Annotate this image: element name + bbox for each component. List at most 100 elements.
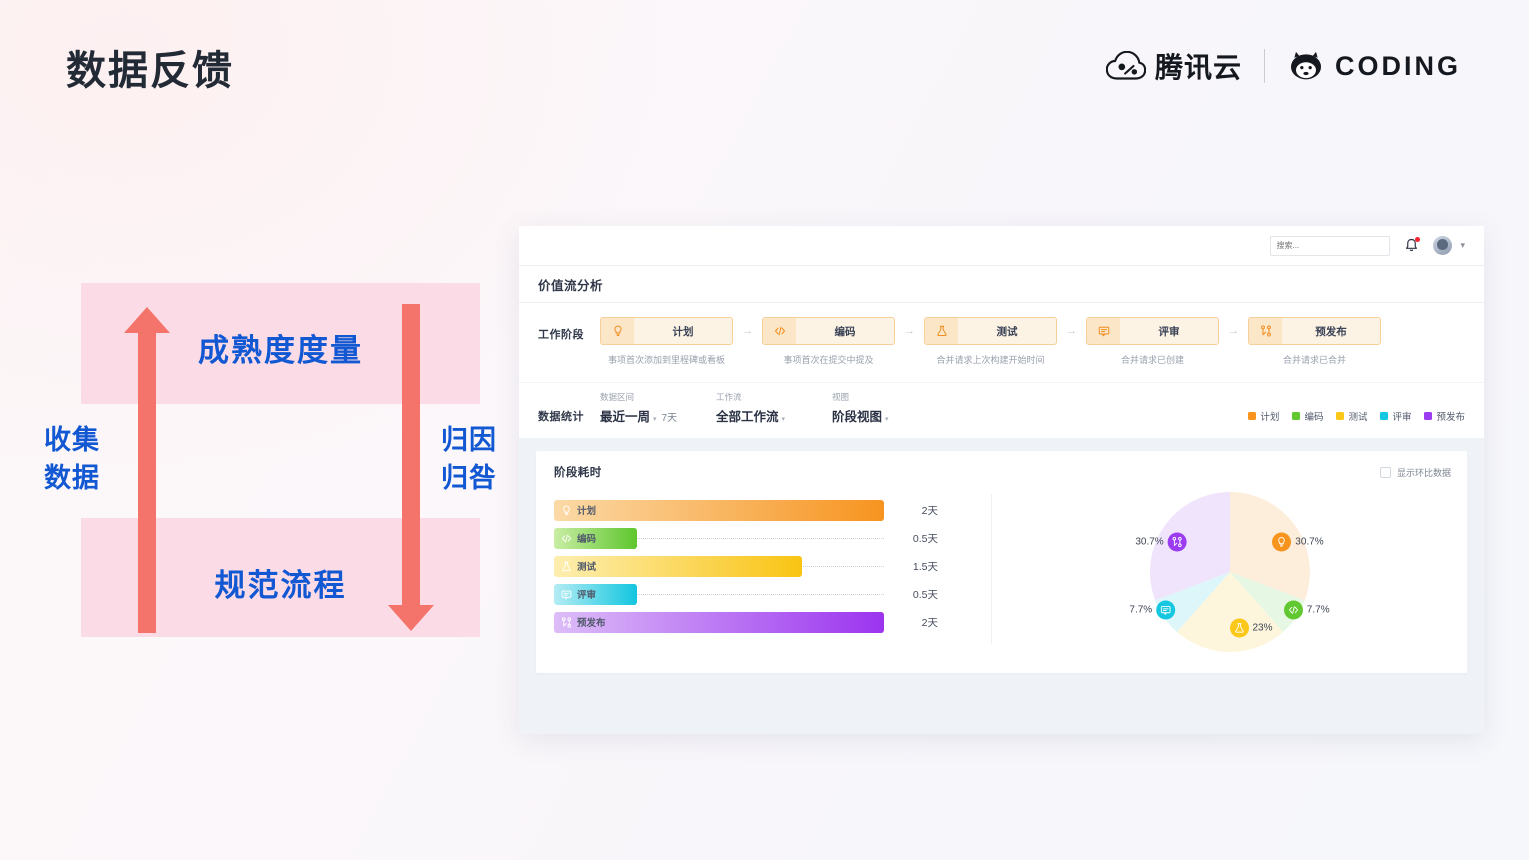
stage-flow-arrow-icon: →: [742, 325, 753, 337]
notifications-button[interactable]: [1404, 237, 1421, 253]
pie-label-测试: 23%: [1229, 618, 1273, 638]
bar-fill: 预发布: [554, 611, 884, 633]
pie-badge-测试: [1229, 618, 1249, 638]
legend-label: 编码: [1304, 412, 1324, 423]
statistics-label: 数据统计: [538, 411, 584, 423]
search-input[interactable]: [1276, 241, 1387, 250]
avatar[interactable]: [1433, 236, 1453, 255]
bar-fill: 计划: [554, 499, 884, 521]
stage-chip[interactable]: 评审: [1086, 317, 1219, 345]
arrow-down-icon: [388, 304, 434, 631]
filter-视图[interactable]: 视图 阶段视图 ▾: [832, 391, 948, 425]
stage-icon-wrap: [1087, 318, 1120, 344]
filter-value-text: 最近一周: [600, 410, 651, 424]
legend-label: 计划: [1260, 412, 1280, 423]
stage-name: 计划: [672, 325, 694, 338]
pie-value: 23%: [1252, 622, 1273, 634]
legend-swatch: [1336, 412, 1345, 420]
legend-item-计划[interactable]: 计划: [1248, 409, 1279, 423]
value-stream-title: 价值流分析: [538, 278, 604, 293]
stage-chip[interactable]: 编码: [762, 317, 895, 345]
legend-swatch: [1424, 412, 1433, 420]
merge-icon: [1172, 537, 1182, 548]
flask-icon: [1234, 623, 1244, 633]
filter-value[interactable]: 最近一周 ▾ 7天: [600, 406, 716, 425]
bar-track: 预发布: [554, 611, 884, 633]
bar-chart: 计划 2天 编码 0.5天 测试 1.5天 评审 0.5天 预发布 2天: [536, 486, 991, 658]
stage-item-计划[interactable]: 计划 事项首次添加到里程碑或看板: [600, 317, 733, 366]
stage-item-测试[interactable]: 测试合并请求上次构建开始时间: [924, 317, 1057, 366]
bar-fill: 测试: [554, 555, 802, 577]
stage-description: 合并请求上次构建开始时间: [936, 355, 1045, 365]
stage-description: 事项首次在提交中提及: [783, 355, 874, 365]
legend-item-测试[interactable]: 测试: [1336, 409, 1367, 423]
legend-swatch: [1380, 412, 1389, 420]
code-icon: [774, 326, 785, 336]
show-ring-comparison-checkbox[interactable]: [1379, 466, 1391, 478]
flask-icon: [936, 325, 947, 336]
bar-fill: 编码: [554, 527, 637, 549]
stage-name: 测试: [996, 325, 1018, 338]
bar-track: 计划: [554, 499, 884, 521]
stage-icon-wrap: [763, 318, 796, 344]
chevron-down-icon[interactable]: ▾: [885, 415, 889, 423]
legend-item-编码[interactable]: 编码: [1292, 409, 1323, 423]
page-header: 价值流分析: [519, 266, 1484, 303]
stage-item-预发布[interactable]: 预发布合并请求已合并: [1248, 317, 1381, 366]
comment-icon: [1098, 326, 1109, 337]
bar-value: 2天: [921, 616, 938, 629]
filter-value[interactable]: 阶段视图 ▾: [832, 406, 948, 425]
chevron-down-icon[interactable]: ▾: [782, 415, 786, 423]
pie-value: 7.7%: [1129, 604, 1153, 615]
show-ring-comparison-toggle[interactable]: 显示环比数据: [1379, 466, 1451, 479]
stage-description: 合并请求已合并: [1282, 355, 1346, 365]
filter-工作流[interactable]: 工作流全部工作流 ▾: [716, 391, 832, 425]
stage-chip[interactable]: 计划: [600, 317, 733, 345]
filter-value[interactable]: 全部工作流 ▾: [716, 406, 832, 425]
coding-logo: CODING: [1287, 51, 1461, 82]
stage-chip[interactable]: 测试: [924, 317, 1057, 345]
lightbulb-icon: [1278, 537, 1286, 548]
pie-badge-计划: [1272, 532, 1292, 552]
workflow-stage-label: 工作阶段: [538, 329, 584, 341]
bar-value: 1.5天: [912, 560, 938, 573]
app-topbar: ▾: [519, 226, 1484, 266]
app-window: ▾ 价值流分析 工作阶段 计划事项首次添加到里程碑或看板→编码事项首次在提交中提…: [519, 226, 1484, 734]
stage-item-评审[interactable]: 评审 合并请求已创建: [1086, 317, 1219, 366]
tencent-cloud-label: 腾讯云: [1154, 52, 1242, 83]
legend-label: 评审: [1392, 412, 1412, 423]
stage-item-编码[interactable]: 编码事项首次在提交中提及: [762, 317, 895, 366]
chevron-down-icon[interactable]: ▾: [1460, 240, 1465, 251]
bar-row: 评审 0.5天: [554, 580, 991, 608]
legend-item-评审[interactable]: 评审: [1380, 409, 1411, 423]
filter-extra-text: 7天: [661, 413, 678, 424]
legend-item-预发布[interactable]: 预发布: [1424, 409, 1465, 423]
filter-数据区间[interactable]: 数据区间 最近一周 ▾ 7天: [600, 391, 716, 425]
pie-badge-评审: [1156, 600, 1176, 619]
filter-label: 工作流: [716, 392, 742, 402]
bar-label: 测试: [577, 562, 597, 573]
search-box[interactable]: [1270, 235, 1391, 256]
bar-label: 计划: [577, 506, 597, 517]
coding-label: CODING: [1335, 50, 1461, 81]
show-ring-comparison-label: 显示环比数据: [1396, 467, 1451, 478]
workflow-stage-list: 计划 事项首次添加到里程碑或看板 → 编码 事项首次在提交中提及 → 测试 合并请求上次构建开…: [600, 317, 1465, 366]
stage-chip[interactable]: 预发布: [1248, 317, 1381, 345]
pie-value: 30.7%: [1135, 536, 1164, 548]
monkey-icon: [1291, 51, 1321, 80]
bar-label: 评审: [577, 590, 597, 601]
brand-bar: 腾讯云 CODING: [1105, 46, 1461, 86]
chevron-down-icon[interactable]: ▾: [653, 415, 657, 423]
attribution-label: 归因 归咎: [441, 421, 497, 498]
stage-duration-card: 阶段耗时 显示环比数据 计划 2天 编码 0.5天 测试 1.5天 评审 0.5天 预发布 2天 …: [536, 451, 1467, 673]
attribution-line2: 归咎: [441, 463, 497, 494]
stage-legend: 计划 编码 测试 评审 预发布: [1248, 409, 1465, 425]
stage-icon-wrap: [1249, 318, 1282, 344]
feedback-loop-diagram: 成熟度度量 规范流程: [81, 283, 480, 637]
bar-track: 编码: [554, 527, 884, 549]
stage-description: 合并请求已创建: [1120, 355, 1184, 365]
pie-label-计划: 30.7%: [1272, 532, 1324, 552]
cloud-icon: [1105, 51, 1146, 80]
bar-row: 计划 2天: [554, 496, 991, 524]
merge-icon: [1260, 325, 1271, 337]
